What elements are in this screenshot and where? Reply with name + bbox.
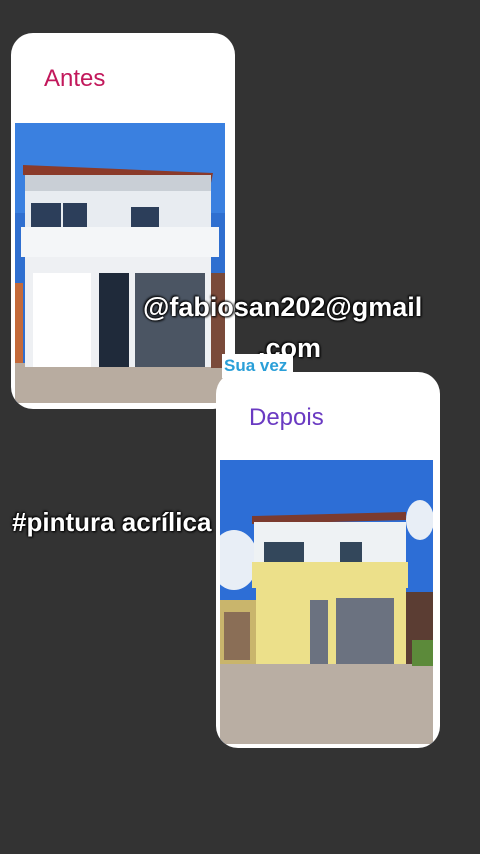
after-card: Depois	[216, 372, 440, 748]
hashtag-overlay: #pintura acrílica	[12, 507, 212, 537]
email-overlay-line1: @fabiosan202@gmail	[143, 292, 423, 322]
before-title: Antes	[44, 65, 106, 92]
before-card: Antes	[11, 33, 235, 409]
sua-vez-sticker: Sua vez	[222, 354, 294, 378]
before-photo	[15, 123, 225, 403]
after-photo	[220, 460, 433, 744]
after-title: Depois	[249, 404, 324, 431]
